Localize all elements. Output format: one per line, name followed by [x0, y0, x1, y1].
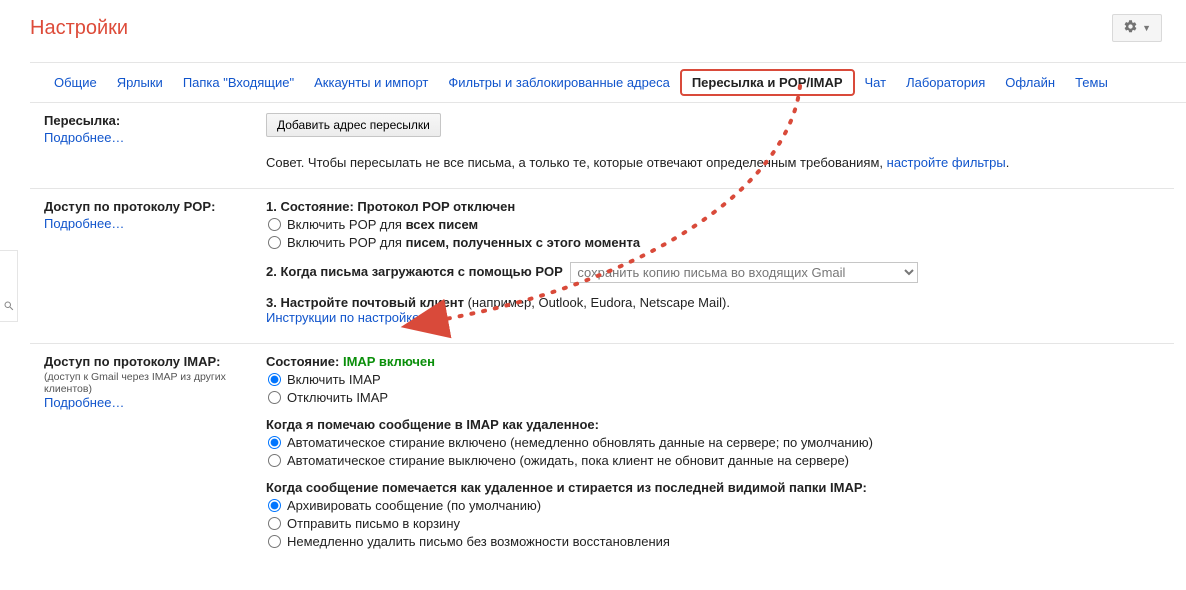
add-forwarding-address-button[interactable]: Добавить адрес пересылки [266, 113, 441, 137]
tab-chat[interactable]: Чат [855, 73, 897, 92]
pop-title: Доступ по протоколу POP: [44, 199, 266, 214]
imap-last-folder-heading: Когда сообщение помечается как удаленное… [266, 480, 1160, 495]
pop-enable-all-bold: всех писем [406, 217, 479, 232]
imap-learn-more-link[interactable]: Подробнее… [44, 395, 124, 410]
pop-enable-now-radio[interactable] [268, 236, 281, 249]
imap-auto-expunge-on-label: Автоматическое стирание включено (немедл… [287, 435, 873, 450]
section-forwarding: Пересылка: Подробнее… Добавить адрес пер… [30, 103, 1174, 189]
forwarding-tip-suffix: . [1006, 155, 1010, 170]
forwarding-tip-text: Совет. Чтобы пересылать не все письма, а… [266, 155, 887, 170]
side-search-fragment[interactable] [0, 250, 18, 322]
tab-themes[interactable]: Темы [1065, 73, 1118, 92]
imap-disable-label: Отключить IMAP [287, 390, 388, 405]
pop-enable-all-radio[interactable] [268, 218, 281, 231]
imap-last-archive-label: Архивировать сообщение (по умолчанию) [287, 498, 541, 513]
caret-down-icon: ▼ [1142, 23, 1151, 33]
imap-auto-expunge-off-radio[interactable] [268, 454, 281, 467]
imap-enable-radio[interactable] [268, 373, 281, 386]
settings-gear-button[interactable]: ▼ [1112, 14, 1162, 42]
forwarding-learn-more-link[interactable]: Подробнее… [44, 130, 124, 145]
forwarding-tip: Совет. Чтобы пересылать не все письма, а… [266, 155, 1160, 170]
tab-offline[interactable]: Офлайн [995, 73, 1065, 92]
tab-general[interactable]: Общие [44, 73, 107, 92]
imap-status-value: IMAP включен [343, 354, 435, 369]
tab-filters[interactable]: Фильтры и заблокированные адреса [438, 73, 679, 92]
tab-accounts[interactable]: Аккаунты и импорт [304, 73, 438, 92]
pop-enable-now-bold: писем, полученных с этого момента [406, 235, 640, 250]
settings-tabs: Общие Ярлыки Папка "Входящие" Аккаунты и… [30, 62, 1186, 103]
tab-inbox[interactable]: Папка "Входящие" [173, 73, 304, 92]
section-imap: Доступ по протоколу IMAP: (доступ к Gmai… [30, 344, 1174, 570]
imap-status-prefix: Состояние: [266, 354, 343, 369]
configure-filters-link[interactable]: настройте фильтры [887, 155, 1006, 170]
pop-enable-all-prefix: Включить POP для [287, 217, 406, 232]
imap-last-trash-label: Отправить письмо в корзину [287, 516, 460, 531]
imap-auto-expunge-on-radio[interactable] [268, 436, 281, 449]
pop-configure-label: 3. Настройте почтовый клиент [266, 295, 464, 310]
gear-icon [1123, 19, 1138, 37]
imap-auto-expunge-off-label: Автоматическое стирание выключено (ожида… [287, 453, 849, 468]
forwarding-title: Пересылка: [44, 113, 266, 128]
section-pop: Доступ по протоколу POP: Подробнее… 1. С… [30, 189, 1174, 344]
pop-instructions-link[interactable]: Инструкции по настройке [266, 310, 419, 325]
page-title: Настройки [30, 17, 128, 40]
imap-subtitle: (доступ к Gmail через IMAP из других кли… [44, 371, 266, 395]
tab-labs[interactable]: Лаборатория [896, 73, 995, 92]
pop-download-label: 2. Когда письма загружаются с помощью PO… [266, 264, 563, 279]
pop-status-label: 1. Состояние: Протокол POP отключен [266, 199, 515, 214]
pop-learn-more-link[interactable]: Подробнее… [44, 216, 124, 231]
tab-forwarding-pop-imap[interactable]: Пересылка и POP/IMAP [680, 69, 855, 96]
imap-last-trash-radio[interactable] [268, 517, 281, 530]
pop-enable-now-prefix: Включить POP для [287, 235, 406, 250]
imap-title: Доступ по протоколу IMAP: [44, 354, 266, 369]
imap-last-delete-radio[interactable] [268, 535, 281, 548]
imap-enable-label: Включить IMAP [287, 372, 381, 387]
pop-enable-now-label: Включить POP для писем, полученных с это… [287, 235, 640, 250]
tab-labels[interactable]: Ярлыки [107, 73, 173, 92]
imap-disable-radio[interactable] [268, 391, 281, 404]
search-icon [3, 300, 15, 315]
pop-enable-all-label: Включить POP для всех писем [287, 217, 478, 232]
pop-download-action-select[interactable]: сохранить копию письма во входящих Gmail [570, 262, 918, 283]
imap-last-delete-label: Немедленно удалить письмо без возможност… [287, 534, 670, 549]
imap-last-archive-radio[interactable] [268, 499, 281, 512]
imap-deleted-heading: Когда я помечаю сообщение в IMAP как уда… [266, 417, 1160, 432]
pop-configure-hint: (например, Outlook, Eudora, Netscape Mai… [464, 295, 730, 310]
